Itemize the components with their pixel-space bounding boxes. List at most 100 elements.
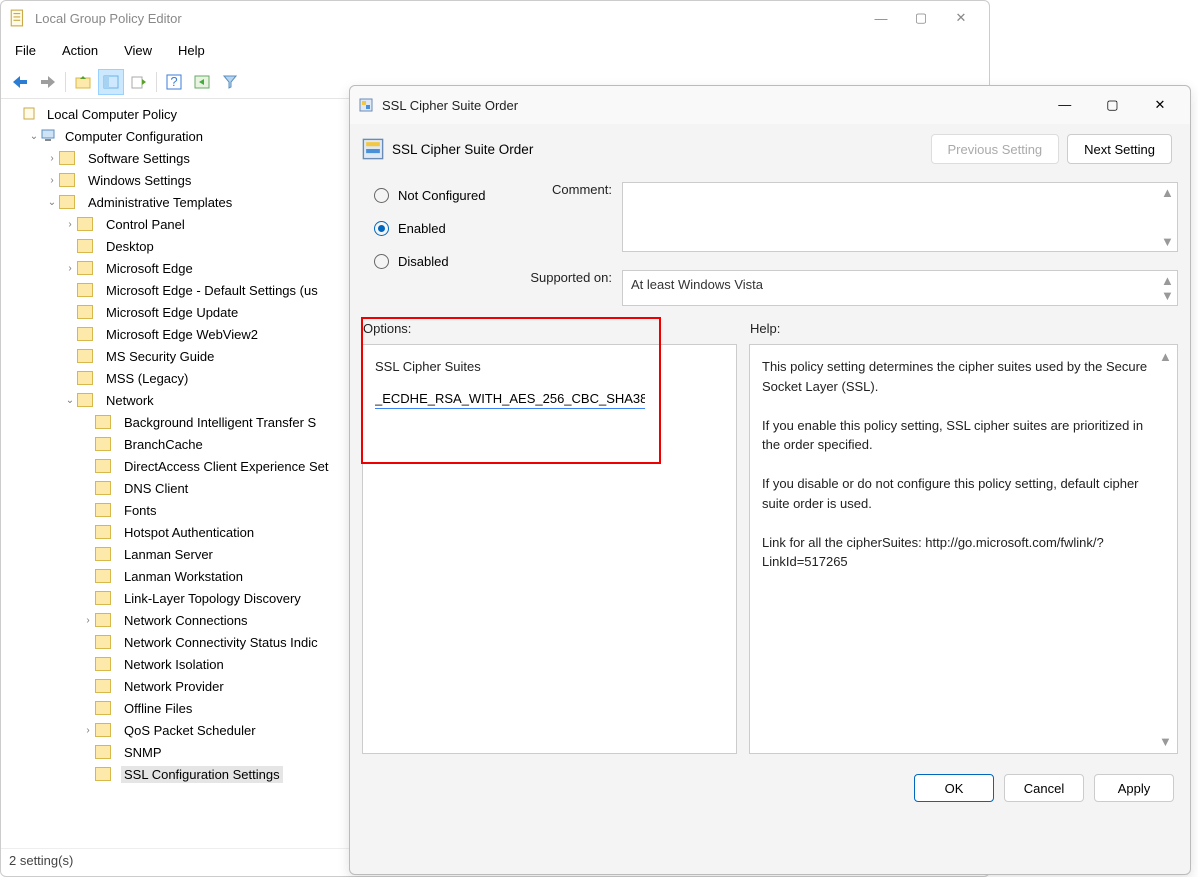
comment-scrollbar[interactable]: ▲▼ [1161,185,1175,249]
radio-not-configured[interactable]: Not Configured [374,188,505,203]
chevron-icon[interactable]: › [45,153,59,164]
scroll-down-icon[interactable]: ▼ [1159,734,1173,749]
cancel-button[interactable]: Cancel [1004,774,1084,802]
folder-icon [95,503,111,517]
tree-label: SNMP [121,744,165,761]
help-label: Help: [750,321,780,336]
filter-button[interactable] [217,69,243,95]
svg-text:?: ? [170,74,177,89]
titlebar[interactable]: Local Group Policy Editor — ▢ ✕ [1,1,989,35]
tree-label: Windows Settings [85,172,194,189]
help-scrollbar[interactable]: ▲▼ [1159,349,1173,749]
folder-icon [59,173,75,187]
menu-file[interactable]: File [11,37,50,64]
dialog-minimize-button[interactable]: — [1043,89,1087,121]
folder-icon [95,525,111,539]
dialog-window-controls: — ▢ ✕ [1043,89,1182,122]
chevron-icon[interactable]: ⌄ [27,131,41,142]
chevron-icon[interactable]: › [45,175,59,186]
tree-label: Lanman Server [121,546,216,563]
scroll-up-icon[interactable]: ▲ [1161,185,1175,200]
menu-action[interactable]: Action [58,37,112,64]
tree-label: MSS (Legacy) [103,370,191,387]
folder-icon [95,767,111,781]
chevron-icon[interactable]: › [63,263,77,274]
action-button[interactable] [189,69,215,95]
maximize-button[interactable]: ▢ [901,3,941,33]
tree-label: Microsoft Edge [103,260,196,277]
folder-icon [95,657,111,671]
folder-icon [77,217,93,231]
tree-label: Offline Files [121,700,195,717]
show-hide-tree-button[interactable] [98,69,124,95]
scroll-up-icon[interactable]: ▲ [1159,349,1173,364]
ok-button[interactable]: OK [914,774,994,802]
next-setting-button[interactable]: Next Setting [1067,134,1172,164]
folder-icon [95,481,111,495]
dialog-titlebar[interactable]: SSL Cipher Suite Order — ▢ ✕ [350,86,1190,124]
scroll-down-icon[interactable]: ▼ [1161,234,1175,249]
folder-icon [95,415,111,429]
radio-label: Enabled [398,221,446,236]
previous-setting-button[interactable]: Previous Setting [931,134,1060,164]
options-pane: Options: SSL Cipher Suites [362,344,737,754]
folder-icon [77,327,93,341]
folder-icon [95,745,111,759]
radio-disabled[interactable]: Disabled [374,254,505,269]
folder-icon [77,305,93,319]
apply-button[interactable]: Apply [1094,774,1174,802]
tree-label: Network [103,392,157,409]
policy-icon [358,97,374,113]
menubar: File Action View Help [1,35,989,66]
close-button[interactable]: ✕ [941,3,981,33]
folder-icon [77,349,93,363]
dialog-maximize-button[interactable]: ▢ [1090,89,1134,121]
folder-icon [95,437,111,451]
computer-icon [41,128,57,145]
tree-label: Control Panel [103,216,188,233]
comment-field[interactable]: ▲▼ [622,182,1178,252]
tree-label: BranchCache [121,436,206,453]
tree-label: Fonts [121,502,160,519]
tree-label: Network Connectivity Status Indic [121,634,321,651]
chevron-icon[interactable]: ⌄ [63,395,77,406]
folder-icon [77,261,93,275]
chevron-icon[interactable]: › [81,615,95,626]
window-controls: — ▢ ✕ [861,3,981,33]
folder-icon [77,393,93,407]
scroll-up-icon[interactable]: ▲ [1161,273,1175,288]
dialog-close-button[interactable]: ✕ [1138,89,1182,121]
tree-label: Network Isolation [121,656,227,673]
folder-icon [95,635,111,649]
supported-scrollbar[interactable]: ▲▼ [1161,273,1175,303]
ssl-suites-input[interactable] [375,389,645,409]
help-button[interactable]: ? [161,69,187,95]
chevron-icon[interactable]: › [63,219,77,230]
comment-label: Comment: [517,182,622,252]
tree-label: Hotspot Authentication [121,524,257,541]
menu-view[interactable]: View [120,37,166,64]
tree-label: Desktop [103,238,157,255]
radio-icon [374,254,389,269]
tree-label: Microsoft Edge - Default Settings (us [103,282,321,299]
tree-label: Microsoft Edge WebView2 [103,326,261,343]
tree-label: Computer Configuration [62,128,206,145]
chevron-icon[interactable]: › [81,725,95,736]
forward-button[interactable] [35,69,61,95]
radio-enabled[interactable]: Enabled [374,221,505,236]
menu-help[interactable]: Help [174,37,219,64]
folder-icon [95,569,111,583]
minimize-button[interactable]: — [861,3,901,33]
up-button[interactable] [70,69,96,95]
export-button[interactable] [126,69,152,95]
toolbar-separator [156,72,157,92]
state-radios: Not Configured Enabled Disabled [362,182,517,306]
dialog-title: SSL Cipher Suite Order [382,98,1043,113]
tree-label: MS Security Guide [103,348,217,365]
folder-icon [95,547,111,561]
folder-icon [95,459,111,473]
scroll-down-icon[interactable]: ▼ [1161,288,1175,303]
chevron-icon[interactable]: ⌄ [45,197,59,208]
tree-label: Microsoft Edge Update [103,304,241,321]
back-button[interactable] [7,69,33,95]
